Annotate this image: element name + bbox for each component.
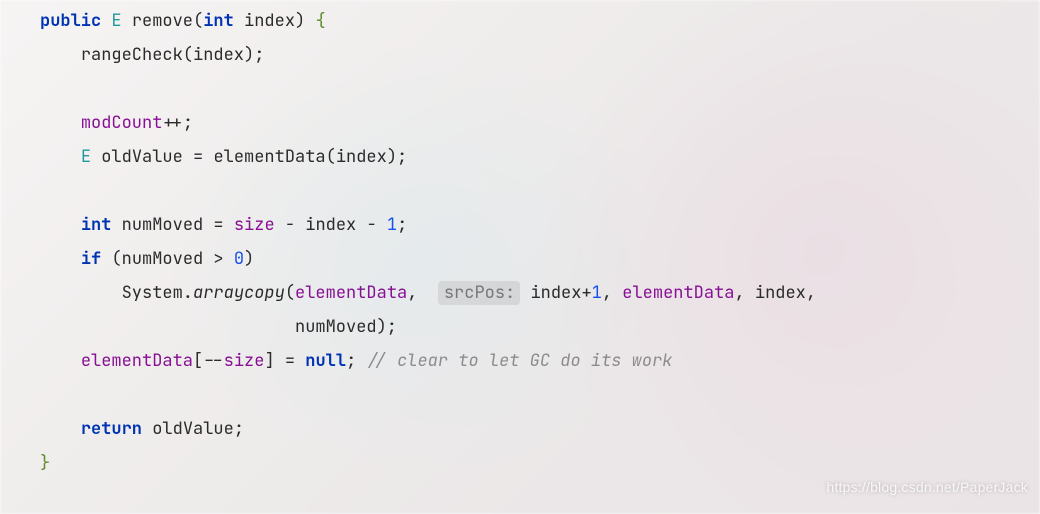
code-line: E oldValue = elementData(index); [40,146,407,168]
method-arraycopy: arraycopy [193,282,285,304]
keyword-int: int [81,214,112,236]
op-equals: = [183,146,214,168]
comma-index: , index, [734,282,816,304]
call-rangecheck: rangeCheck(index); [81,44,265,66]
bracket-open: [-- [193,350,224,372]
open-brace: { [315,10,325,32]
op-plusplus: ++; [162,112,193,134]
keyword-int: int [203,10,234,32]
semicolon: ; [346,350,356,372]
code-line: int numMoved = size - index - 1; [40,214,407,236]
param-index: index [244,10,295,32]
code-line: if (numMoved > 0) [40,248,254,270]
open-paren: ( [285,282,295,304]
return-value: oldValue; [142,418,244,440]
field-elementdata: elementData [81,350,193,372]
keyword-null: null [305,350,346,372]
field-elementdata: elementData [295,282,407,304]
type-e: E [81,146,91,168]
comma: , [602,282,622,304]
code-line: System.arraycopy(elementData, srcPos: in… [40,281,816,305]
code-line: rangeCheck(index); [40,44,264,66]
code-line: modCount++; [40,112,193,134]
code-line: numMoved); [40,316,397,338]
code-line: public E remove(int index) { [40,10,326,32]
op-equals: = [203,214,234,236]
code-line: return oldValue; [40,418,244,440]
field-size: size [234,214,275,236]
var-nummoved: numMoved [122,214,204,236]
comma: , [407,282,427,304]
code-block: public E remove(int index) { rangeCheck(… [0,0,1040,480]
generic-type-e: E [111,10,121,32]
field-modcount: modCount [81,112,163,134]
literal-one: 1 [592,282,602,304]
close-brace: } [40,452,50,474]
field-size: size [224,350,265,372]
expr-minus-index: - index - [275,214,387,236]
param-hint-srcpos: srcPos: [438,281,520,305]
semicolon: ; [397,214,407,236]
cond-close: ) [244,248,254,270]
literal-one: 1 [387,214,397,236]
keyword-return: return [81,418,142,440]
call-elementdata: elementData(index); [213,146,407,168]
field-elementdata: elementData [622,282,734,304]
expr-indexplus: index+ [520,282,591,304]
var-oldvalue: oldValue [101,146,183,168]
cond-open: (numMoved > [101,248,234,270]
class-system: System. [122,282,193,304]
code-line: elementData[--size] = null; // clear to … [40,350,672,372]
method-name-remove: remove [132,10,193,32]
arg-nummoved: numMoved); [295,316,397,338]
code-line: } [40,452,50,474]
literal-zero: 0 [234,248,244,270]
watermark-text: https://blog.csdn.net/PaperJack [826,470,1028,504]
bracket-close: ] = [264,350,305,372]
keyword-public: public [40,10,101,32]
keyword-if: if [81,248,101,270]
comment-gc: // clear to let GC do its work [366,350,672,372]
